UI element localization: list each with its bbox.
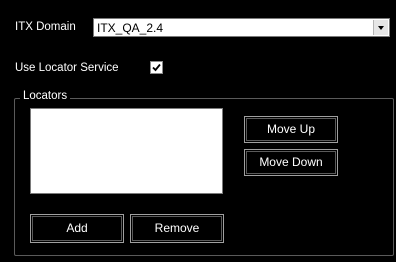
move-down-button[interactable]: Move Down [244,149,338,176]
move-up-label: Move Up [266,122,316,136]
use-locator-service-checkbox[interactable] [150,61,163,74]
itx-domain-combobox[interactable]: ITX_QA_2.4 [93,18,390,37]
remove-label: Remove [154,221,200,235]
chevron-down-icon[interactable] [373,20,388,35]
add-label: Add [66,221,88,235]
locators-group-title: Locators [20,90,71,102]
remove-button[interactable]: Remove [130,214,224,243]
itx-domain-value: ITX_QA_2.4 [97,21,164,35]
use-locator-service-label: Use Locator Service [15,62,119,74]
locators-listbox[interactable] [30,108,223,194]
move-down-label: Move Down [259,155,323,169]
add-button[interactable]: Add [30,214,124,243]
itx-domain-label: ITX Domain [15,21,76,33]
move-up-button[interactable]: Move Up [244,116,338,143]
check-icon [152,63,161,72]
